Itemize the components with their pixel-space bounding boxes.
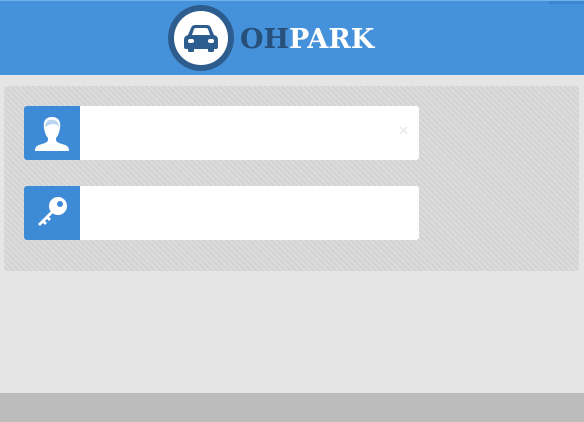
app-header: OHPARK <box>0 0 584 75</box>
footer-bar <box>0 393 584 422</box>
password-input[interactable] <box>80 186 419 240</box>
logo-text-oh: OH <box>240 23 290 55</box>
username-input[interactable] <box>80 106 419 160</box>
login-panel: ✕ <box>4 86 579 271</box>
logo-text-park: PARK <box>289 23 375 55</box>
car-icon <box>184 25 218 52</box>
clear-icon[interactable]: ✕ <box>398 124 409 137</box>
password-field <box>24 186 419 240</box>
logo-badge <box>168 5 234 71</box>
app-logo: OHPARK <box>168 5 374 71</box>
username-field: ✕ <box>24 106 419 160</box>
key-icon <box>24 186 80 240</box>
header-accent <box>549 1 584 4</box>
user-icon <box>24 106 80 160</box>
logo-wordmark: OHPARK <box>240 26 374 53</box>
